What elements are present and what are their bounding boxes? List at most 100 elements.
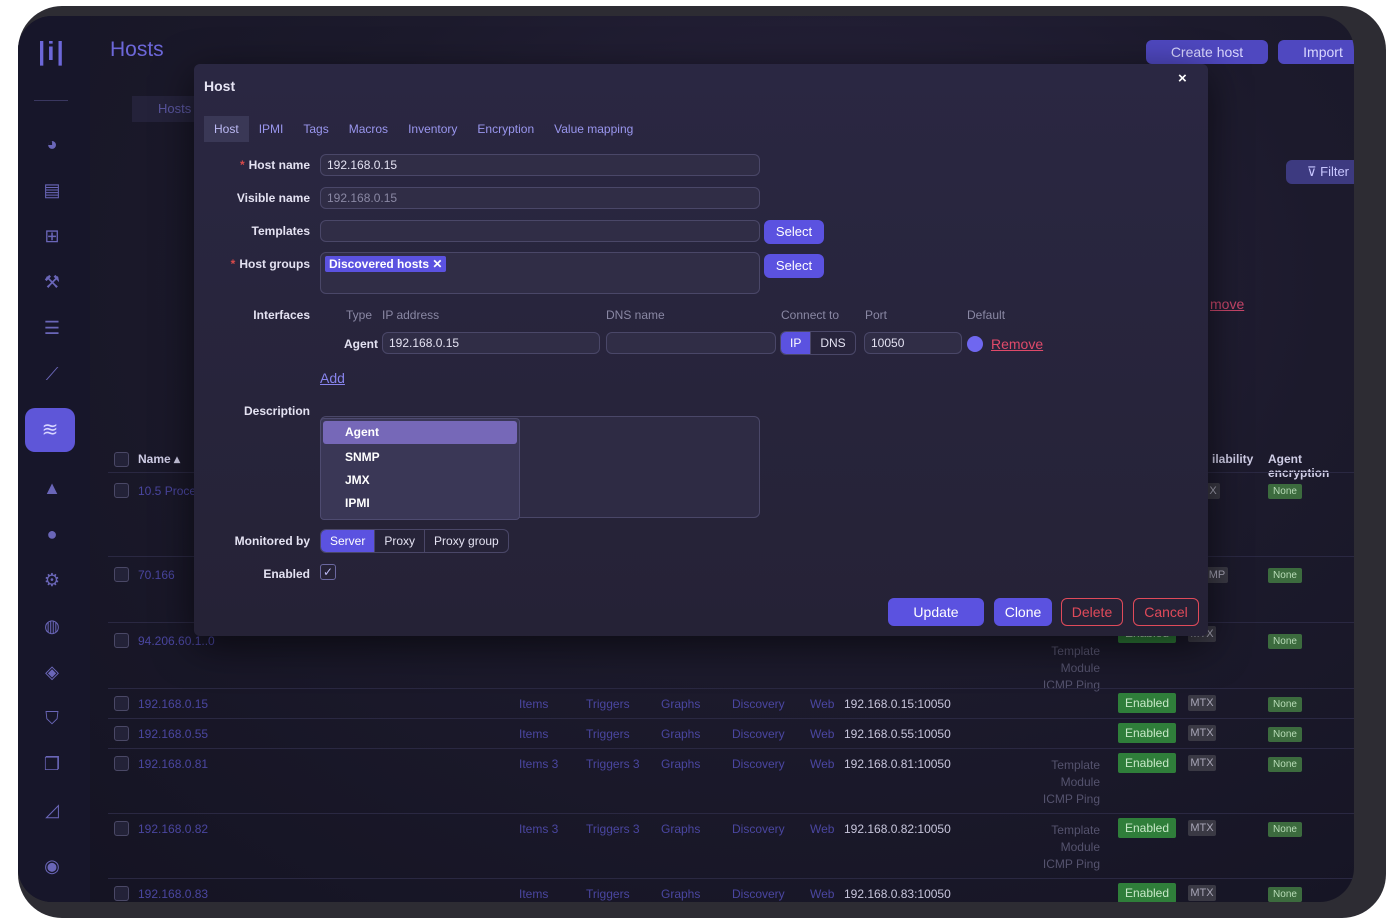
host-name-link[interactable]: 192.168.0.15 <box>138 697 208 711</box>
delete-button[interactable]: Delete <box>1061 598 1123 626</box>
host-groups-input[interactable]: Discovered hosts ✕ <box>320 252 760 294</box>
globe-icon[interactable]: ◍ <box>36 610 68 642</box>
cube-icon[interactable]: ◈ <box>36 656 68 688</box>
dashboard-icon[interactable]: ◕ <box>36 128 68 160</box>
tab-ipmi[interactable]: IPMI <box>249 116 294 142</box>
row-checkbox[interactable] <box>114 696 129 711</box>
discovery-link[interactable]: Discovery <box>732 727 785 741</box>
row-checkbox[interactable] <box>114 821 129 836</box>
topology-icon[interactable]: ⊞ <box>36 220 68 252</box>
enabled-checkbox[interactable]: ✓ <box>320 564 336 580</box>
update-button[interactable]: Update <box>888 598 984 626</box>
visible-name-input[interactable]: 192.168.0.15 <box>320 187 760 209</box>
default-radio[interactable] <box>967 336 983 352</box>
discovery-link[interactable]: Discovery <box>732 697 785 711</box>
alert-icon[interactable]: ▲ <box>36 472 68 504</box>
items-link[interactable]: Items <box>519 887 548 901</box>
create-host-button[interactable]: Create host <box>1146 40 1268 64</box>
cancel-button[interactable]: Cancel <box>1133 598 1199 626</box>
graphs-link[interactable]: Graphs <box>661 727 700 741</box>
row-checkbox[interactable] <box>114 886 129 901</box>
graphs-link[interactable]: Graphs <box>661 697 700 711</box>
graph-icon[interactable]: ⟋ <box>36 358 68 390</box>
triggers-link[interactable]: Triggers <box>586 697 630 711</box>
discovery-link[interactable]: Discovery <box>732 822 785 836</box>
items-link[interactable]: Items <box>519 727 548 741</box>
user-icon[interactable]: ● <box>36 518 68 550</box>
monitored-by-proxy[interactable]: Proxy <box>375 530 426 552</box>
tab-host[interactable]: Host <box>204 116 249 142</box>
items-link[interactable]: Items 3 <box>519 822 558 836</box>
filter-button[interactable]: ⊽ Filter <box>1286 160 1354 184</box>
row-checkbox[interactable] <box>114 483 129 498</box>
ip-address-input[interactable]: 192.168.0.15 <box>382 332 600 354</box>
host-groups-select-button[interactable]: Select <box>764 254 824 278</box>
triggers-link[interactable]: Triggers <box>586 887 630 901</box>
host-name-link[interactable]: 70.166 <box>138 568 175 582</box>
chip-remove-icon[interactable]: ✕ <box>432 257 442 271</box>
tab-inventory[interactable]: Inventory <box>398 116 467 142</box>
dns-name-input[interactable] <box>606 332 776 354</box>
tab-macros[interactable]: Macros <box>339 116 398 142</box>
row-checkbox[interactable] <box>114 633 129 648</box>
discovery-link[interactable]: Discovery <box>732 887 785 901</box>
tab-tags[interactable]: Tags <box>293 116 338 142</box>
triggers-link[interactable]: Triggers <box>586 727 630 741</box>
web-link[interactable]: Web <box>810 822 834 836</box>
triggers-link[interactable]: Triggers 3 <box>586 757 640 771</box>
web-link[interactable]: Web <box>810 697 834 711</box>
add-interface-link[interactable]: Add <box>320 370 345 386</box>
host-name-link[interactable]: 192.168.0.81 <box>138 757 208 771</box>
host-name-link[interactable]: 192.168.0.55 <box>138 727 208 741</box>
tab-hosts[interactable]: Hosts <box>132 96 202 122</box>
dropdown-option-agent[interactable]: Agent <box>323 421 517 444</box>
gear-icon[interactable]: ⚙ <box>36 564 68 596</box>
templates-select-button[interactable]: Select <box>764 220 824 244</box>
select-all-checkbox[interactable] <box>114 452 129 467</box>
dropdown-option-ipmi[interactable]: IPMI <box>321 492 519 515</box>
import-button[interactable]: Import <box>1278 40 1354 64</box>
status-badge[interactable]: Enabled <box>1118 723 1176 743</box>
graphs-link[interactable]: Graphs <box>661 887 700 901</box>
connect-ip-option[interactable]: IP <box>781 332 812 354</box>
port-input[interactable]: 10050 <box>864 332 962 354</box>
discovery-link[interactable]: Discovery <box>732 757 785 771</box>
remove-link[interactable]: move <box>1210 296 1244 312</box>
reports-icon[interactable]: ☰ <box>36 312 68 344</box>
dropdown-option-snmp[interactable]: SNMP <box>321 446 519 469</box>
web-link[interactable]: Web <box>810 727 834 741</box>
triggers-link[interactable]: Triggers 3 <box>586 822 640 836</box>
remove-interface-link[interactable]: Remove <box>991 336 1043 352</box>
column-name[interactable]: Name ▴ <box>138 452 180 466</box>
inventory-icon[interactable]: ▤ <box>36 174 68 206</box>
host-name-link[interactable]: 10.5 Proce <box>138 484 196 498</box>
host-name-link[interactable]: 94.206.60.1..0 <box>138 634 215 648</box>
row-checkbox[interactable] <box>114 726 129 741</box>
status-badge[interactable]: Enabled <box>1118 818 1176 838</box>
graphs-link[interactable]: Graphs <box>661 757 700 771</box>
account-icon[interactable]: ◉ <box>36 850 68 882</box>
sidebar-item-data-collection[interactable]: ≋ <box>25 408 75 452</box>
items-link[interactable]: Items <box>519 697 548 711</box>
clone-button[interactable]: Clone <box>994 598 1052 626</box>
web-link[interactable]: Web <box>810 757 834 771</box>
status-badge[interactable]: Enabled <box>1118 693 1176 713</box>
tab-value-mapping[interactable]: Value mapping <box>544 116 643 142</box>
connect-dns-option[interactable]: DNS <box>811 332 854 354</box>
graphs-link[interactable]: Graphs <box>661 822 700 836</box>
monitored-by-server[interactable]: Server <box>321 530 376 552</box>
row-checkbox[interactable] <box>114 567 129 582</box>
host-name-link[interactable]: 192.168.0.82 <box>138 822 208 836</box>
status-badge[interactable]: Enabled <box>1118 883 1176 902</box>
templates-input[interactable] <box>320 220 760 242</box>
tab-encryption[interactable]: Encryption <box>467 116 544 142</box>
wrench-icon[interactable]: ⚒ <box>36 266 68 298</box>
copy-icon[interactable]: ❐ <box>36 748 68 780</box>
shield-icon[interactable]: ⛉ <box>36 702 68 734</box>
dropdown-option-jmx[interactable]: JMX <box>321 469 519 492</box>
host-name-input[interactable]: 192.168.0.15 <box>320 154 760 176</box>
items-link[interactable]: Items 3 <box>519 757 558 771</box>
status-badge[interactable]: Enabled <box>1118 753 1176 773</box>
close-icon[interactable]: × <box>1178 70 1187 87</box>
chart-icon[interactable]: ◿ <box>36 794 68 826</box>
